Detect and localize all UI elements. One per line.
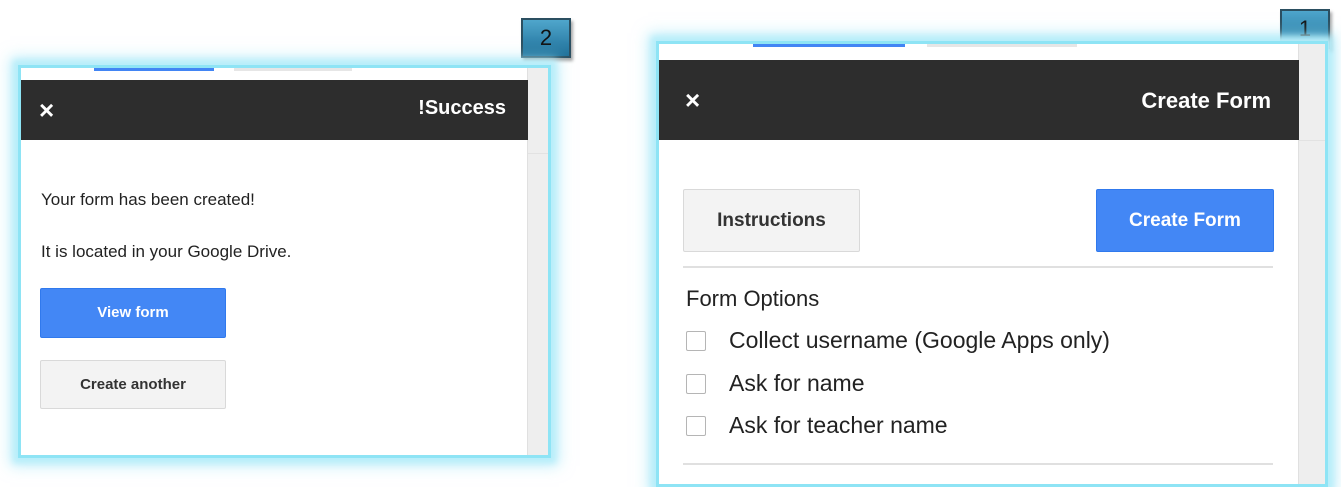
success-title: !Success [418,97,506,119]
create-form-header: × Create Form [659,60,1299,140]
create-form-button[interactable]: Create Form [1096,189,1274,252]
close-icon[interactable]: × [39,97,54,123]
inactive-tab-indicator [234,68,352,71]
view-form-button[interactable]: View form [40,288,226,338]
divider [683,463,1273,465]
sheet-gutter [1298,44,1325,484]
form-created-message: Your form has been created! [41,190,255,209]
create-form-title: Create Form [1141,88,1271,113]
step-badge-2: 2 [521,18,571,58]
sheet-gutter [527,68,548,455]
option-label: Ask for name [729,370,865,396]
option-label: Collect username (Google Apps only) [729,327,1110,353]
option-label: Ask for teacher name [729,412,948,438]
create-another-button[interactable]: Create another [40,360,226,409]
success-panel-screenshot: × !Success Your form has been created! I… [18,65,551,458]
ask-for-teacher-name-checkbox[interactable] [686,416,706,436]
ask-for-name-checkbox[interactable] [686,374,706,394]
active-tab-indicator [753,44,905,47]
form-location-message: It is located in your Google Drive. [41,242,292,261]
instructions-button[interactable]: Instructions [683,189,860,252]
active-tab-indicator [94,68,214,71]
divider [683,266,1273,268]
form-options-title: Form Options [686,286,820,311]
inactive-tab-indicator [927,44,1077,47]
collect-username-checkbox[interactable] [686,331,706,351]
close-icon[interactable]: × [685,87,700,113]
success-header: × !Success [21,80,528,140]
create-form-panel-screenshot: × Create Form Instructions Create Form F… [656,41,1328,487]
